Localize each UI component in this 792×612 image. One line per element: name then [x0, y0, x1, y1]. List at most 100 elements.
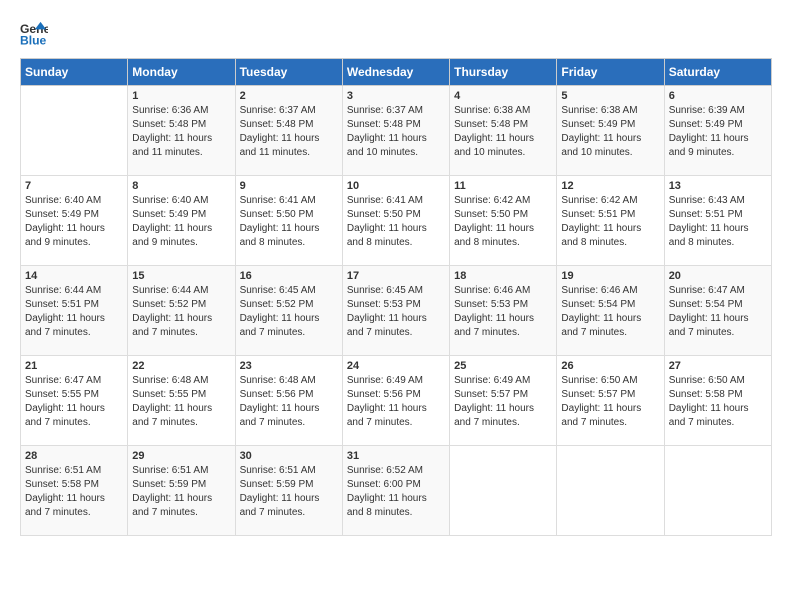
- weekday-header-row: SundayMondayTuesdayWednesdayThursdayFrid…: [21, 59, 772, 86]
- calendar-cell: 6 Sunrise: 6:39 AMSunset: 5:49 PMDaylight…: [664, 86, 771, 176]
- calendar-cell: 1 Sunrise: 6:36 AMSunset: 5:48 PMDaylight…: [128, 86, 235, 176]
- day-number: 25: [454, 360, 552, 372]
- day-number: 3: [347, 90, 445, 102]
- calendar-week-row: 14 Sunrise: 6:44 AMSunset: 5:51 PMDayligh…: [21, 266, 772, 356]
- cell-info: Sunrise: 6:47 AMSunset: 5:55 PMDaylight:…: [25, 374, 123, 430]
- day-number: 22: [132, 360, 230, 372]
- calendar-cell: 11 Sunrise: 6:42 AMSunset: 5:50 PMDayligh…: [450, 176, 557, 266]
- calendar-table: SundayMondayTuesdayWednesdayThursdayFrid…: [20, 58, 772, 536]
- cell-info: Sunrise: 6:41 AMSunset: 5:50 PMDaylight:…: [240, 194, 338, 250]
- svg-text:Blue: Blue: [20, 33, 47, 47]
- cell-info: Sunrise: 6:50 AMSunset: 5:57 PMDaylight:…: [561, 374, 659, 430]
- cell-info: Sunrise: 6:41 AMSunset: 5:50 PMDaylight:…: [347, 194, 445, 250]
- cell-info: Sunrise: 6:50 AMSunset: 5:58 PMDaylight:…: [669, 374, 767, 430]
- day-number: 11: [454, 180, 552, 192]
- day-number: 9: [240, 180, 338, 192]
- calendar-cell: 28 Sunrise: 6:51 AMSunset: 5:58 PMDayligh…: [21, 446, 128, 536]
- day-number: 28: [25, 450, 123, 462]
- calendar-cell: 25 Sunrise: 6:49 AMSunset: 5:57 PMDayligh…: [450, 356, 557, 446]
- cell-info: Sunrise: 6:51 AMSunset: 5:59 PMDaylight:…: [132, 464, 230, 520]
- day-number: 10: [347, 180, 445, 192]
- cell-info: Sunrise: 6:37 AMSunset: 5:48 PMDaylight:…: [240, 104, 338, 160]
- cell-info: Sunrise: 6:46 AMSunset: 5:53 PMDaylight:…: [454, 284, 552, 340]
- cell-info: Sunrise: 6:49 AMSunset: 5:56 PMDaylight:…: [347, 374, 445, 430]
- calendar-cell: [450, 446, 557, 536]
- calendar-cell: 27 Sunrise: 6:50 AMSunset: 5:58 PMDayligh…: [664, 356, 771, 446]
- calendar-cell: 4 Sunrise: 6:38 AMSunset: 5:48 PMDaylight…: [450, 86, 557, 176]
- logo-icon: General Blue: [20, 20, 48, 48]
- calendar-cell: 22 Sunrise: 6:48 AMSunset: 5:55 PMDayligh…: [128, 356, 235, 446]
- day-number: 8: [132, 180, 230, 192]
- cell-info: Sunrise: 6:51 AMSunset: 5:58 PMDaylight:…: [25, 464, 123, 520]
- calendar-cell: 20Sunrise: 6:47 AMSunset: 5:54 PMDayligh…: [664, 266, 771, 356]
- cell-info: Sunrise: 6:38 AMSunset: 5:49 PMDaylight:…: [561, 104, 659, 160]
- weekday-header-cell: Sunday: [21, 59, 128, 86]
- cell-info: Sunrise: 6:44 AMSunset: 5:52 PMDaylight:…: [132, 284, 230, 340]
- calendar-cell: 16 Sunrise: 6:45 AMSunset: 5:52 PMDayligh…: [235, 266, 342, 356]
- day-number: 30: [240, 450, 338, 462]
- day-number: 31: [347, 450, 445, 462]
- day-number: 6: [669, 90, 767, 102]
- weekday-header-cell: Friday: [557, 59, 664, 86]
- cell-info: Sunrise: 6:44 AMSunset: 5:51 PMDaylight:…: [25, 284, 123, 340]
- cell-info: Sunrise: 6:42 AMSunset: 5:50 PMDaylight:…: [454, 194, 552, 250]
- calendar-cell: 17 Sunrise: 6:45 AMSunset: 5:53 PMDayligh…: [342, 266, 449, 356]
- calendar-cell: 19 Sunrise: 6:46 AMSunset: 5:54 PMDayligh…: [557, 266, 664, 356]
- calendar-cell: 15 Sunrise: 6:44 AMSunset: 5:52 PMDayligh…: [128, 266, 235, 356]
- day-number: 2: [240, 90, 338, 102]
- day-number: 29: [132, 450, 230, 462]
- calendar-cell: 14 Sunrise: 6:44 AMSunset: 5:51 PMDayligh…: [21, 266, 128, 356]
- day-number: 23: [240, 360, 338, 372]
- day-number: 12: [561, 180, 659, 192]
- cell-info: Sunrise: 6:40 AMSunset: 5:49 PMDaylight:…: [25, 194, 123, 250]
- calendar-cell: 21Sunrise: 6:47 AMSunset: 5:55 PMDayligh…: [21, 356, 128, 446]
- weekday-header-cell: Tuesday: [235, 59, 342, 86]
- cell-info: Sunrise: 6:46 AMSunset: 5:54 PMDaylight:…: [561, 284, 659, 340]
- calendar-cell: 10 Sunrise: 6:41 AMSunset: 5:50 PMDayligh…: [342, 176, 449, 266]
- cell-info: Sunrise: 6:45 AMSunset: 5:53 PMDaylight:…: [347, 284, 445, 340]
- calendar-cell: 7 Sunrise: 6:40 AMSunset: 5:49 PMDaylight…: [21, 176, 128, 266]
- day-number: 18: [454, 270, 552, 282]
- day-number: 16: [240, 270, 338, 282]
- day-number: 4: [454, 90, 552, 102]
- day-number: 26: [561, 360, 659, 372]
- day-number: 19: [561, 270, 659, 282]
- weekday-header-cell: Thursday: [450, 59, 557, 86]
- cell-info: Sunrise: 6:49 AMSunset: 5:57 PMDaylight:…: [454, 374, 552, 430]
- calendar-cell: 29 Sunrise: 6:51 AMSunset: 5:59 PMDayligh…: [128, 446, 235, 536]
- cell-info: Sunrise: 6:39 AMSunset: 5:49 PMDaylight:…: [669, 104, 767, 160]
- calendar-cell: 5Sunrise: 6:38 AMSunset: 5:49 PMDaylight…: [557, 86, 664, 176]
- day-number: 7: [25, 180, 123, 192]
- logo: General Blue: [20, 20, 48, 48]
- calendar-cell: 23 Sunrise: 6:48 AMSunset: 5:56 PMDayligh…: [235, 356, 342, 446]
- calendar-cell: 3 Sunrise: 6:37 AMSunset: 5:48 PMDaylight…: [342, 86, 449, 176]
- calendar-cell: 9 Sunrise: 6:41 AMSunset: 5:50 PMDaylight…: [235, 176, 342, 266]
- day-number: 20: [669, 270, 767, 282]
- cell-info: Sunrise: 6:48 AMSunset: 5:55 PMDaylight:…: [132, 374, 230, 430]
- calendar-cell: [21, 86, 128, 176]
- day-number: 27: [669, 360, 767, 372]
- cell-info: Sunrise: 6:40 AMSunset: 5:49 PMDaylight:…: [132, 194, 230, 250]
- day-number: 24: [347, 360, 445, 372]
- day-number: 1: [132, 90, 230, 102]
- cell-info: Sunrise: 6:38 AMSunset: 5:48 PMDaylight:…: [454, 104, 552, 160]
- cell-info: Sunrise: 6:36 AMSunset: 5:48 PMDaylight:…: [132, 104, 230, 160]
- weekday-header-cell: Monday: [128, 59, 235, 86]
- calendar-week-row: 28 Sunrise: 6:51 AMSunset: 5:58 PMDayligh…: [21, 446, 772, 536]
- calendar-cell: 8 Sunrise: 6:40 AMSunset: 5:49 PMDaylight…: [128, 176, 235, 266]
- cell-info: Sunrise: 6:37 AMSunset: 5:48 PMDaylight:…: [347, 104, 445, 160]
- calendar-cell: [557, 446, 664, 536]
- calendar-week-row: 1 Sunrise: 6:36 AMSunset: 5:48 PMDaylight…: [21, 86, 772, 176]
- day-number: 15: [132, 270, 230, 282]
- day-number: 17: [347, 270, 445, 282]
- day-number: 14: [25, 270, 123, 282]
- cell-info: Sunrise: 6:51 AMSunset: 5:59 PMDaylight:…: [240, 464, 338, 520]
- cell-info: Sunrise: 6:48 AMSunset: 5:56 PMDaylight:…: [240, 374, 338, 430]
- calendar-cell: 12Sunrise: 6:42 AMSunset: 5:51 PMDayligh…: [557, 176, 664, 266]
- calendar-week-row: 21Sunrise: 6:47 AMSunset: 5:55 PMDayligh…: [21, 356, 772, 446]
- cell-info: Sunrise: 6:45 AMSunset: 5:52 PMDaylight:…: [240, 284, 338, 340]
- calendar-body: 1 Sunrise: 6:36 AMSunset: 5:48 PMDaylight…: [21, 86, 772, 536]
- weekday-header-cell: Wednesday: [342, 59, 449, 86]
- calendar-cell: [664, 446, 771, 536]
- calendar-week-row: 7 Sunrise: 6:40 AMSunset: 5:49 PMDaylight…: [21, 176, 772, 266]
